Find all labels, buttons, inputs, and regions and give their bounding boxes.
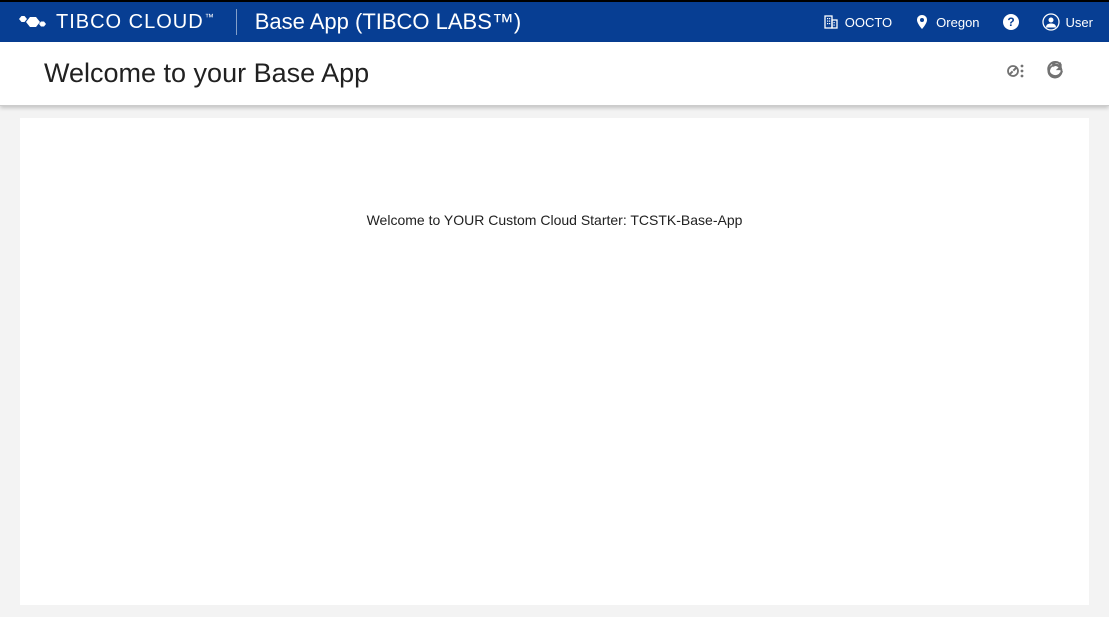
user-menu[interactable]: User bbox=[1042, 13, 1093, 31]
config-icon bbox=[1007, 61, 1027, 86]
top-navbar: TIBCO CLOUD™ Base App (TIBCO LABS™) bbox=[0, 0, 1109, 42]
header-divider bbox=[236, 9, 237, 35]
refresh-icon bbox=[1045, 61, 1065, 86]
help-icon: ? bbox=[1002, 13, 1020, 31]
config-button[interactable] bbox=[1007, 61, 1027, 86]
help-button[interactable]: ? bbox=[1002, 13, 1020, 31]
subheader-actions bbox=[1007, 61, 1065, 86]
welcome-card: Welcome to YOUR Custom Cloud Starter: TC… bbox=[20, 118, 1089, 605]
page-subheader: Welcome to your Base App bbox=[0, 42, 1109, 106]
content-area: Welcome to YOUR Custom Cloud Starter: TC… bbox=[0, 106, 1109, 617]
page-title: Welcome to your Base App bbox=[44, 58, 369, 89]
hexagon-logo-icon bbox=[16, 12, 48, 32]
org-label: OOCTO bbox=[845, 15, 892, 30]
brand-text: TIBCO CLOUD™ bbox=[56, 11, 214, 34]
user-label: User bbox=[1066, 15, 1093, 30]
org-selector[interactable]: OOCTO bbox=[823, 14, 892, 30]
building-icon bbox=[823, 14, 839, 30]
header-nav-items: OOCTO Oregon ? bbox=[823, 13, 1093, 31]
app-title: Base App (TIBCO LABS™) bbox=[255, 9, 522, 35]
location-pin-icon bbox=[914, 14, 930, 30]
user-icon bbox=[1042, 13, 1060, 31]
region-label: Oregon bbox=[936, 15, 979, 30]
svg-text:?: ? bbox=[1007, 15, 1014, 29]
region-selector[interactable]: Oregon bbox=[914, 14, 979, 30]
refresh-button[interactable] bbox=[1045, 61, 1065, 86]
brand-logo-group[interactable]: TIBCO CLOUD™ bbox=[16, 11, 214, 34]
welcome-message: Welcome to YOUR Custom Cloud Starter: TC… bbox=[20, 212, 1089, 228]
